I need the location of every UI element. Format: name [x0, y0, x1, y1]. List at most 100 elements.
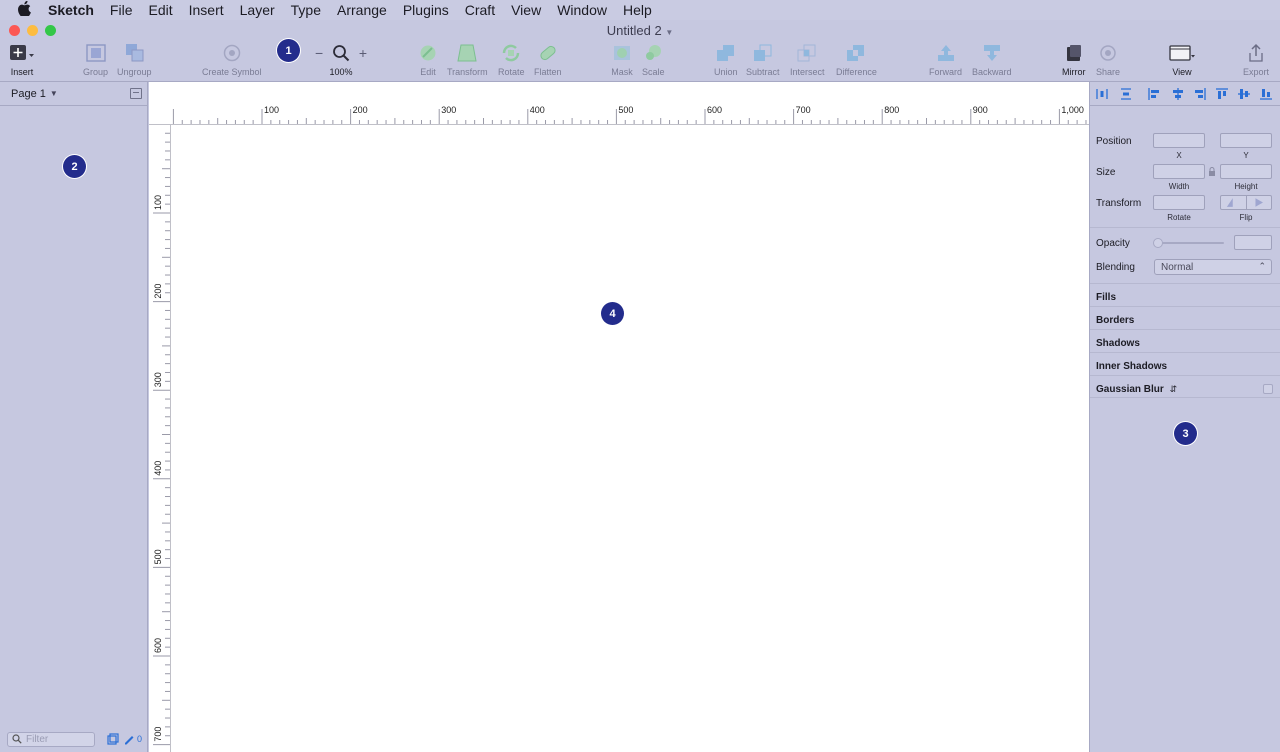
ruler-label: 900	[973, 105, 988, 115]
menu-view[interactable]: View	[511, 2, 541, 18]
ungroup-button[interactable]: Ungroup	[117, 42, 152, 77]
send-backward-icon	[983, 45, 1000, 61]
height-field[interactable]	[1220, 164, 1272, 182]
align-center-horizontal-icon[interactable]	[1172, 88, 1184, 100]
flip-vertical-icon[interactable]	[1246, 196, 1271, 209]
ungroup-icon	[126, 44, 144, 62]
union-label: Union	[714, 67, 738, 77]
transform-button[interactable]: Transform	[447, 42, 488, 77]
symbol-icon	[223, 44, 241, 62]
export-button[interactable]: Export	[1243, 42, 1269, 77]
rotate-input[interactable]	[1154, 200, 1204, 213]
ruler-label: 200	[353, 105, 368, 115]
up-down-chevron-icon: ⌃	[1258, 261, 1266, 271]
ruler-label: 500	[618, 105, 633, 115]
height-input[interactable]	[1221, 169, 1271, 182]
magnifier-icon[interactable]	[332, 44, 350, 62]
rotate-field[interactable]	[1153, 195, 1205, 213]
symbols-filter-icon[interactable]	[107, 733, 119, 745]
ruler-label: 400	[153, 461, 163, 476]
mask-button[interactable]: Mask	[611, 42, 633, 77]
opacity-slider[interactable]	[1158, 242, 1224, 244]
menu-window[interactable]: Window	[557, 2, 607, 18]
menu-arrange[interactable]: Arrange	[337, 2, 387, 18]
menu-help[interactable]: Help	[623, 2, 652, 18]
horizontal-ruler[interactable]: 100 200 300 400 500 600 700 800 900 1,000	[149, 82, 1089, 125]
canvas[interactable]	[171, 125, 1089, 752]
menu-plugins[interactable]: Plugins	[403, 2, 449, 18]
ruler-label: 1,000	[1061, 105, 1084, 115]
apple-icon[interactable]	[0, 0, 48, 19]
position-y-field[interactable]	[1220, 133, 1272, 151]
share-label: Share	[1096, 67, 1121, 77]
zoom-out-button[interactable]: −	[315, 45, 323, 61]
edit-button[interactable]: Edit	[418, 42, 438, 77]
export-icon	[1249, 43, 1263, 62]
backward-button[interactable]: Backward	[972, 42, 1012, 77]
align-bottom-icon[interactable]	[1260, 88, 1272, 100]
menu-insert[interactable]: Insert	[189, 2, 224, 18]
slice-pen-icon[interactable]	[123, 733, 135, 745]
rotate-icon	[503, 44, 520, 62]
menu-type[interactable]: Type	[291, 2, 321, 18]
intersect-button[interactable]: Intersect	[790, 42, 825, 77]
inner-shadows-section[interactable]: Inner Shadows	[1090, 352, 1280, 375]
rotate-button[interactable]: Rotate	[498, 42, 525, 77]
chevron-down-icon: ▼	[665, 28, 674, 37]
scale-icon	[646, 45, 662, 60]
ruler-label: 300	[153, 372, 163, 387]
search-icon	[12, 734, 22, 744]
view-button[interactable]: View	[1168, 42, 1196, 77]
vertical-ruler[interactable]: 100 200 300 400 500 600 700	[149, 125, 171, 752]
distribute-horizontal-icon[interactable]	[1096, 88, 1108, 100]
menu-bar: Sketch File Edit Insert Layer Type Arran…	[0, 0, 1280, 20]
forward-button[interactable]: Forward	[929, 42, 962, 77]
align-right-icon[interactable]	[1194, 88, 1206, 100]
menu-layer[interactable]: Layer	[240, 2, 275, 18]
menu-file[interactable]: File	[110, 2, 133, 18]
width-field[interactable]	[1153, 164, 1205, 182]
view-window-icon	[1169, 45, 1195, 61]
opacity-field[interactable]	[1234, 235, 1272, 253]
opacity-slider-knob[interactable]	[1153, 238, 1163, 248]
zoom-in-button[interactable]: +	[359, 45, 367, 61]
collapse-pages-icon[interactable]	[130, 88, 142, 99]
mask-icon	[614, 46, 630, 60]
mirror-button[interactable]: Mirror	[1062, 42, 1086, 77]
position-x-field[interactable]	[1153, 133, 1205, 151]
scale-button[interactable]: Scale	[642, 42, 665, 77]
difference-button[interactable]: Difference	[836, 42, 877, 77]
subtract-button[interactable]: Subtract	[746, 42, 780, 77]
gaussian-blur-section[interactable]: Gaussian Blur ⇵	[1090, 375, 1280, 398]
filter-input[interactable]	[26, 733, 92, 745]
ruler-label: 700	[796, 105, 811, 115]
blending-select[interactable]: Normal ⌃	[1154, 259, 1272, 275]
group-button[interactable]: Group	[83, 42, 108, 77]
shadows-section[interactable]: Shadows	[1090, 329, 1280, 352]
share-button[interactable]: Share	[1096, 42, 1120, 77]
create-symbol-button[interactable]: Create Symbol	[202, 42, 262, 77]
menu-edit[interactable]: Edit	[148, 2, 172, 18]
align-middle-vertical-icon[interactable]	[1238, 88, 1250, 100]
opacity-input[interactable]	[1235, 240, 1271, 253]
lock-icon[interactable]	[1208, 167, 1216, 176]
menu-app-name[interactable]: Sketch	[48, 2, 94, 18]
insert-button[interactable]: Insert	[8, 42, 36, 77]
inspector-panel: Position X Y Size Width Height Transform…	[1089, 82, 1280, 752]
align-left-icon[interactable]	[1148, 88, 1160, 100]
gaussian-blur-checkbox[interactable]	[1263, 384, 1273, 394]
position-x-input[interactable]	[1154, 138, 1204, 151]
flatten-button[interactable]: Flatten	[534, 42, 562, 77]
menu-craft[interactable]: Craft	[465, 2, 495, 18]
page-selector[interactable]: Page 1 ▼	[0, 82, 147, 106]
position-y-input[interactable]	[1221, 138, 1271, 151]
flip-horizontal-icon[interactable]	[1221, 196, 1246, 209]
union-button[interactable]: Union	[714, 42, 738, 77]
borders-section[interactable]: Borders	[1090, 306, 1280, 329]
edit-icon	[420, 45, 436, 61]
window-title[interactable]: Untitled 2 ▼	[0, 23, 1280, 38]
distribute-vertical-icon[interactable]	[1120, 88, 1132, 100]
width-input[interactable]	[1154, 169, 1204, 182]
align-top-icon[interactable]	[1216, 88, 1228, 100]
fills-section[interactable]: Fills	[1090, 283, 1280, 306]
